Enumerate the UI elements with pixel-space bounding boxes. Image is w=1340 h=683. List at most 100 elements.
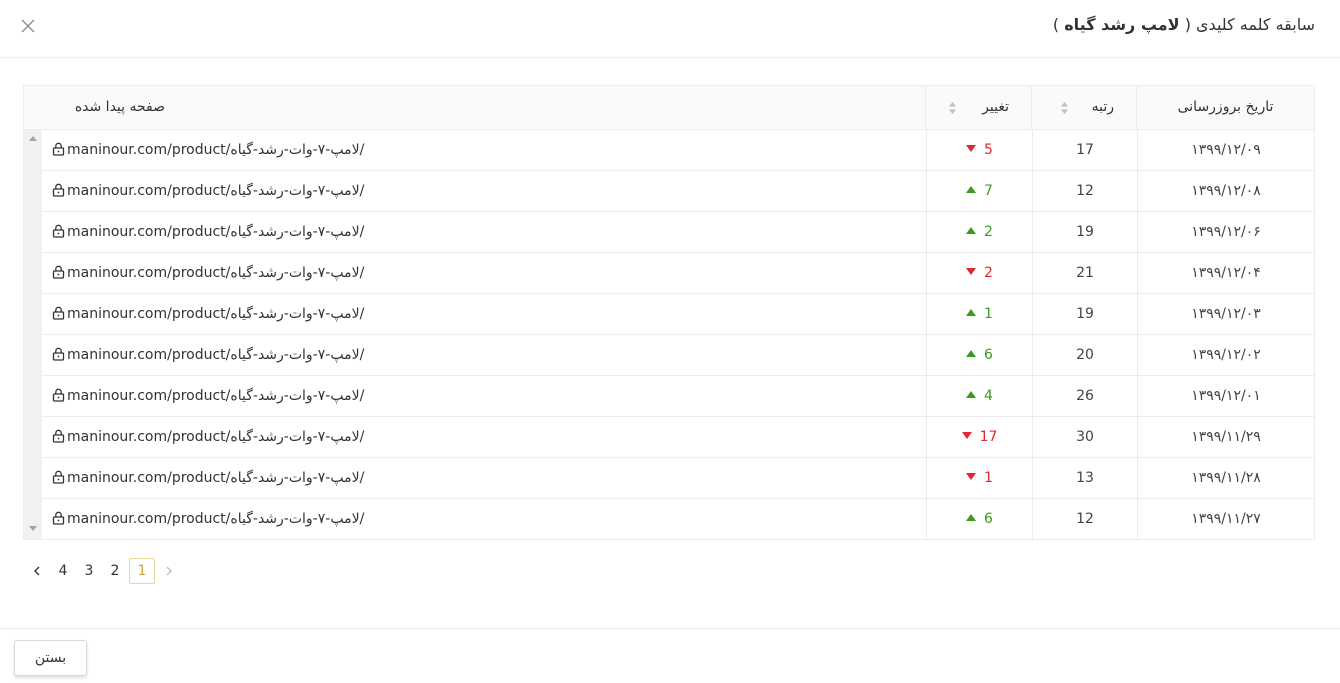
page-url[interactable]: maninour.com/product/لامپ-۷-وات-رشد-گیاه… (67, 265, 364, 281)
change-value: 17 (979, 429, 998, 445)
pagination-page-1[interactable]: 1 (129, 558, 155, 584)
sort-icon[interactable] (1060, 100, 1069, 116)
close-icon[interactable] (18, 16, 38, 36)
pagination-page-4[interactable]: 4 (50, 558, 76, 584)
cell-rank: 13 (1032, 458, 1137, 498)
arrow-up-icon (966, 227, 977, 234)
page-url[interactable]: maninour.com/product/لامپ-۷-وات-رشد-گیاه… (67, 224, 364, 240)
column-header-rank[interactable]: رتبه (1032, 86, 1137, 130)
cell-page[interactable]: maninour.com/product/لامپ-۷-وات-رشد-گیاه… (42, 253, 926, 293)
change-value: 7 (984, 183, 993, 199)
page-url[interactable]: maninour.com/product/لامپ-۷-وات-رشد-گیاه… (67, 511, 364, 527)
change-value: 1 (984, 470, 993, 486)
column-header-date: تاریخ بروزرسانی (1177, 99, 1274, 115)
pagination-page-3[interactable]: 3 (76, 558, 102, 584)
arrow-up-icon (966, 309, 977, 316)
table-row: maninour.com/product/لامپ-۷-وات-رشد-گیاه… (42, 212, 1314, 253)
arrow-up-icon (966, 514, 977, 521)
cell-change: 6 (926, 499, 1032, 539)
page-url[interactable]: maninour.com/product/لامپ-۷-وات-رشد-گیاه… (67, 429, 364, 445)
cell-rank: 12 (1032, 499, 1137, 539)
arrow-down-icon (966, 268, 977, 275)
cell-rank: 20 (1032, 335, 1137, 375)
arrow-down-icon (966, 473, 977, 480)
pagination-prev-icon (156, 558, 182, 584)
lock-icon (52, 306, 65, 320)
lock-icon (52, 224, 65, 238)
cell-page[interactable]: maninour.com/product/لامپ-۷-وات-رشد-گیاه… (42, 294, 926, 334)
lock-icon (52, 265, 65, 279)
table-scrollbar[interactable] (24, 130, 42, 539)
cell-change: 4 (926, 376, 1032, 416)
cell-change: 6 (926, 335, 1032, 375)
scroll-up-icon[interactable] (29, 136, 37, 141)
cell-change: 1 (926, 294, 1032, 334)
table-row: maninour.com/product/لامپ-۷-وات-رشد-گیاه… (42, 417, 1314, 458)
page-url[interactable]: maninour.com/product/لامپ-۷-وات-رشد-گیاه… (67, 347, 364, 363)
table-row: maninour.com/product/لامپ-۷-وات-رشد-گیاه… (42, 130, 1314, 171)
modal-title: سابقه کلمه کلیدی ( لامپ رشد گیاه ) (1053, 15, 1315, 34)
cell-page[interactable]: maninour.com/product/لامپ-۷-وات-رشد-گیاه… (42, 417, 926, 457)
column-header-change-label: تغییر (982, 99, 1009, 115)
arrow-up-icon (966, 350, 977, 357)
column-header-page-label: صفحه پیدا شده (74, 99, 165, 115)
pagination-page-2[interactable]: 2 (102, 558, 128, 584)
change-value: 5 (984, 142, 993, 158)
sort-icon[interactable] (948, 100, 957, 116)
change-value: 6 (984, 511, 993, 527)
table-header: تاریخ بروزرسانی رتبه تغییر صفحه پیدا شده (24, 86, 1314, 130)
cell-date: ۱۳۹۹/۱۲/۰۳ (1137, 294, 1314, 334)
cell-change: 5 (926, 130, 1032, 170)
cell-rank: 30 (1032, 417, 1137, 457)
cell-change: 1 (926, 458, 1032, 498)
page-url[interactable]: maninour.com/product/لامپ-۷-وات-رشد-گیاه… (67, 306, 364, 322)
cell-date: ۱۳۹۹/۱۲/۰۹ (1137, 130, 1314, 170)
cell-rank: 26 (1032, 376, 1137, 416)
cell-date: ۱۳۹۹/۱۱/۲۹ (1137, 417, 1314, 457)
change-value: 1 (984, 306, 993, 322)
modal-title-suffix: ) (1052, 15, 1060, 34)
scroll-down-icon[interactable] (29, 526, 37, 531)
lock-icon (52, 511, 65, 525)
change-value: 2 (984, 265, 993, 281)
cell-page[interactable]: maninour.com/product/لامپ-۷-وات-رشد-گیاه… (42, 130, 926, 170)
cell-page[interactable]: maninour.com/product/لامپ-۷-وات-رشد-گیاه… (42, 499, 926, 539)
table-row: maninour.com/product/لامپ-۷-وات-رشد-گیاه… (42, 376, 1314, 417)
lock-icon (52, 429, 65, 443)
lock-icon (52, 388, 65, 402)
column-header-page: صفحه پیدا شده (42, 86, 926, 130)
cell-rank: 17 (1032, 130, 1137, 170)
history-table: تاریخ بروزرسانی رتبه تغییر صفحه پیدا شده… (23, 85, 1315, 540)
cell-rank: 12 (1032, 171, 1137, 211)
cell-change: 2 (926, 212, 1032, 252)
cell-page[interactable]: maninour.com/product/لامپ-۷-وات-رشد-گیاه… (42, 212, 926, 252)
close-button[interactable]: بستن (14, 640, 87, 676)
cell-change: 17 (926, 417, 1032, 457)
page-url[interactable]: maninour.com/product/لامپ-۷-وات-رشد-گیاه… (67, 470, 364, 486)
cell-change: 7 (926, 171, 1032, 211)
pagination-next-icon[interactable] (24, 558, 50, 584)
cell-date: ۱۳۹۹/۱۲/۰۱ (1137, 376, 1314, 416)
cell-page[interactable]: maninour.com/product/لامپ-۷-وات-رشد-گیاه… (42, 376, 926, 416)
lock-icon (52, 142, 65, 156)
cell-page[interactable]: maninour.com/product/لامپ-۷-وات-رشد-گیاه… (42, 171, 926, 211)
table-row: maninour.com/product/لامپ-۷-وات-رشد-گیاه… (42, 171, 1314, 212)
modal-title-prefix: سابقه کلمه کلیدی ( (1184, 15, 1315, 34)
lock-icon (52, 470, 65, 484)
column-header-change[interactable]: تغییر (926, 86, 1032, 130)
cell-date: ۱۳۹۹/۱۲/۰۴ (1137, 253, 1314, 293)
table-row: maninour.com/product/لامپ-۷-وات-رشد-گیاه… (42, 499, 1314, 540)
cell-rank: 21 (1032, 253, 1137, 293)
cell-date: ۱۳۹۹/۱۲/۰۶ (1137, 212, 1314, 252)
page-url[interactable]: maninour.com/product/لامپ-۷-وات-رشد-گیاه… (67, 183, 364, 199)
change-value: 4 (984, 388, 993, 404)
page-url[interactable]: maninour.com/product/لامپ-۷-وات-رشد-گیاه… (67, 388, 364, 404)
cell-page[interactable]: maninour.com/product/لامپ-۷-وات-رشد-گیاه… (42, 458, 926, 498)
cell-date: ۱۳۹۹/۱۱/۲۸ (1137, 458, 1314, 498)
arrow-down-icon (961, 432, 972, 439)
column-header-rank-label: رتبه (1091, 99, 1114, 115)
page-url[interactable]: maninour.com/product/لامپ-۷-وات-رشد-گیاه… (67, 142, 364, 158)
cell-page[interactable]: maninour.com/product/لامپ-۷-وات-رشد-گیاه… (42, 335, 926, 375)
table-row: maninour.com/product/لامپ-۷-وات-رشد-گیاه… (42, 253, 1314, 294)
cell-date: ۱۳۹۹/۱۲/۰۲ (1137, 335, 1314, 375)
